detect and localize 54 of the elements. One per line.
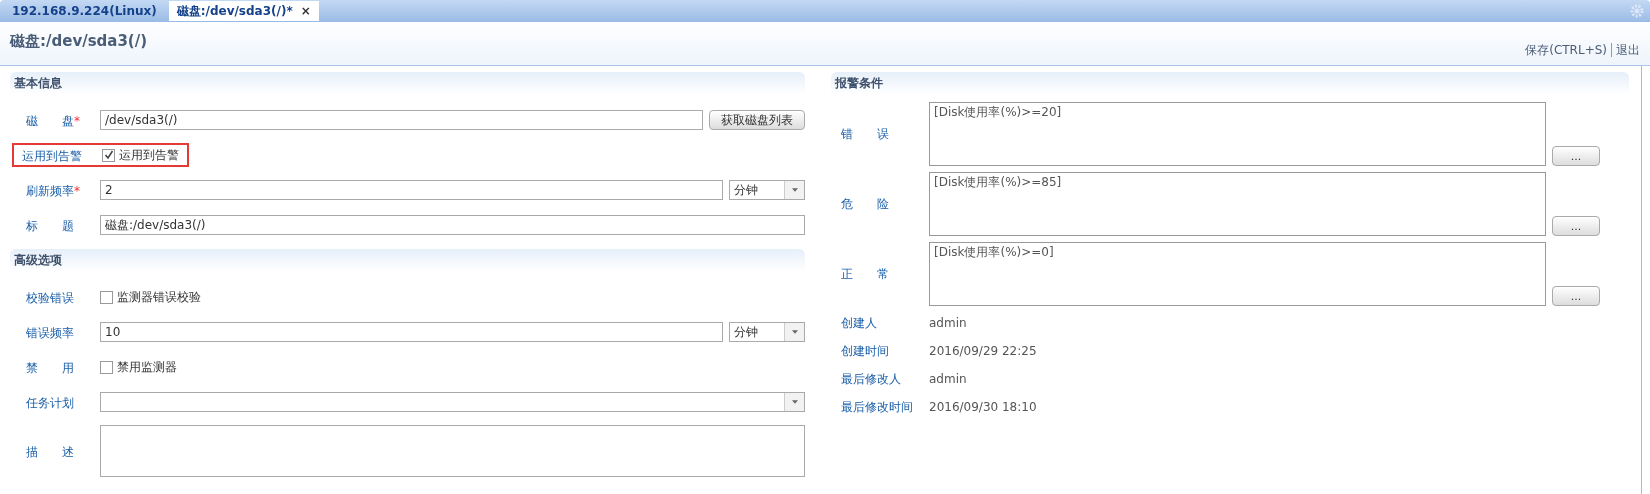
info-label: 最后修改人 [841, 371, 902, 388]
info-label: 创建时间 [841, 343, 890, 360]
info-value: admin [929, 371, 967, 388]
condition-field[interactable]: [Disk使用率(%)>=85] [929, 172, 1546, 236]
condition-label: 错 误 [840, 126, 890, 143]
checkbox-label: 禁用监测器 [117, 359, 177, 376]
field-label: 禁 用 [26, 361, 74, 375]
checkbox[interactable] [102, 148, 115, 162]
save-link[interactable]: 保存(CTRL+S) [1525, 41, 1607, 59]
fetch-disk-list-button[interactable]: 获取磁盘列表 [709, 110, 805, 130]
condition-field[interactable]: [Disk使用率(%)>=0] [929, 242, 1546, 306]
info-label: 最后修改时间 [841, 399, 914, 416]
info-label: 创建人 [841, 315, 878, 332]
checkbox[interactable] [100, 290, 113, 304]
schedule-select[interactable] [100, 392, 805, 412]
info-value: 2016/09/29 22:25 [929, 343, 1037, 360]
section-header: 报警条件 [831, 72, 1629, 94]
page-title: 磁盘:/dev/sda3(/) [10, 31, 148, 53]
field-label: 运用到告警 [22, 149, 82, 163]
dropdown-arrow-icon [791, 400, 798, 404]
info-value: 2016/09/30 18:10 [929, 399, 1037, 416]
edit-condition-button[interactable]: ... [1552, 216, 1600, 236]
edit-condition-button[interactable]: ... [1552, 286, 1600, 306]
description-field[interactable] [100, 425, 805, 477]
field-label: 磁 盘* [26, 114, 80, 128]
checkbox-label: 监测器错误校验 [117, 289, 201, 306]
tab[interactable]: 磁盘:/dev/sda3(/)* × [168, 1, 319, 21]
edit-condition-button[interactable]: ... [1552, 146, 1600, 166]
text-field[interactable]: 磁盘:/dev/sda3(/) [100, 215, 805, 235]
field-label: 校验错误 [26, 291, 74, 305]
dropdown-arrow-icon [791, 330, 798, 334]
field-label: 标 题 [26, 219, 74, 233]
field-label: 描 述 [26, 445, 74, 459]
section-header: 高级选项 [10, 249, 805, 271]
gear-icon[interactable] [1630, 4, 1644, 18]
close-icon[interactable]: × [300, 2, 311, 20]
checkbox[interactable] [100, 360, 113, 374]
text-field[interactable]: 10 [100, 322, 723, 342]
section-header: 基本信息 [10, 72, 805, 94]
unit-select[interactable]: 分钟 [729, 180, 805, 200]
checkbox-label: 运用到告警 [119, 147, 179, 164]
text-field[interactable]: 2 [100, 180, 723, 200]
info-value: admin [929, 315, 967, 332]
exit-link[interactable]: 退出 [1616, 41, 1640, 59]
condition-field[interactable]: [Disk使用率(%)>=20] [929, 102, 1546, 166]
condition-label: 正 常 [840, 266, 890, 283]
tab[interactable]: 192.168.9.224(Linux) [4, 1, 165, 21]
text-field[interactable]: /dev/sda3(/) [100, 110, 703, 130]
field-label: 错误频率 [26, 326, 74, 340]
condition-label: 危 险 [840, 196, 890, 213]
unit-select[interactable]: 分钟 [729, 322, 805, 342]
field-label: 刷新频率* [26, 184, 80, 198]
dropdown-arrow-icon [791, 188, 798, 192]
field-label: 任务计划 [26, 396, 74, 410]
